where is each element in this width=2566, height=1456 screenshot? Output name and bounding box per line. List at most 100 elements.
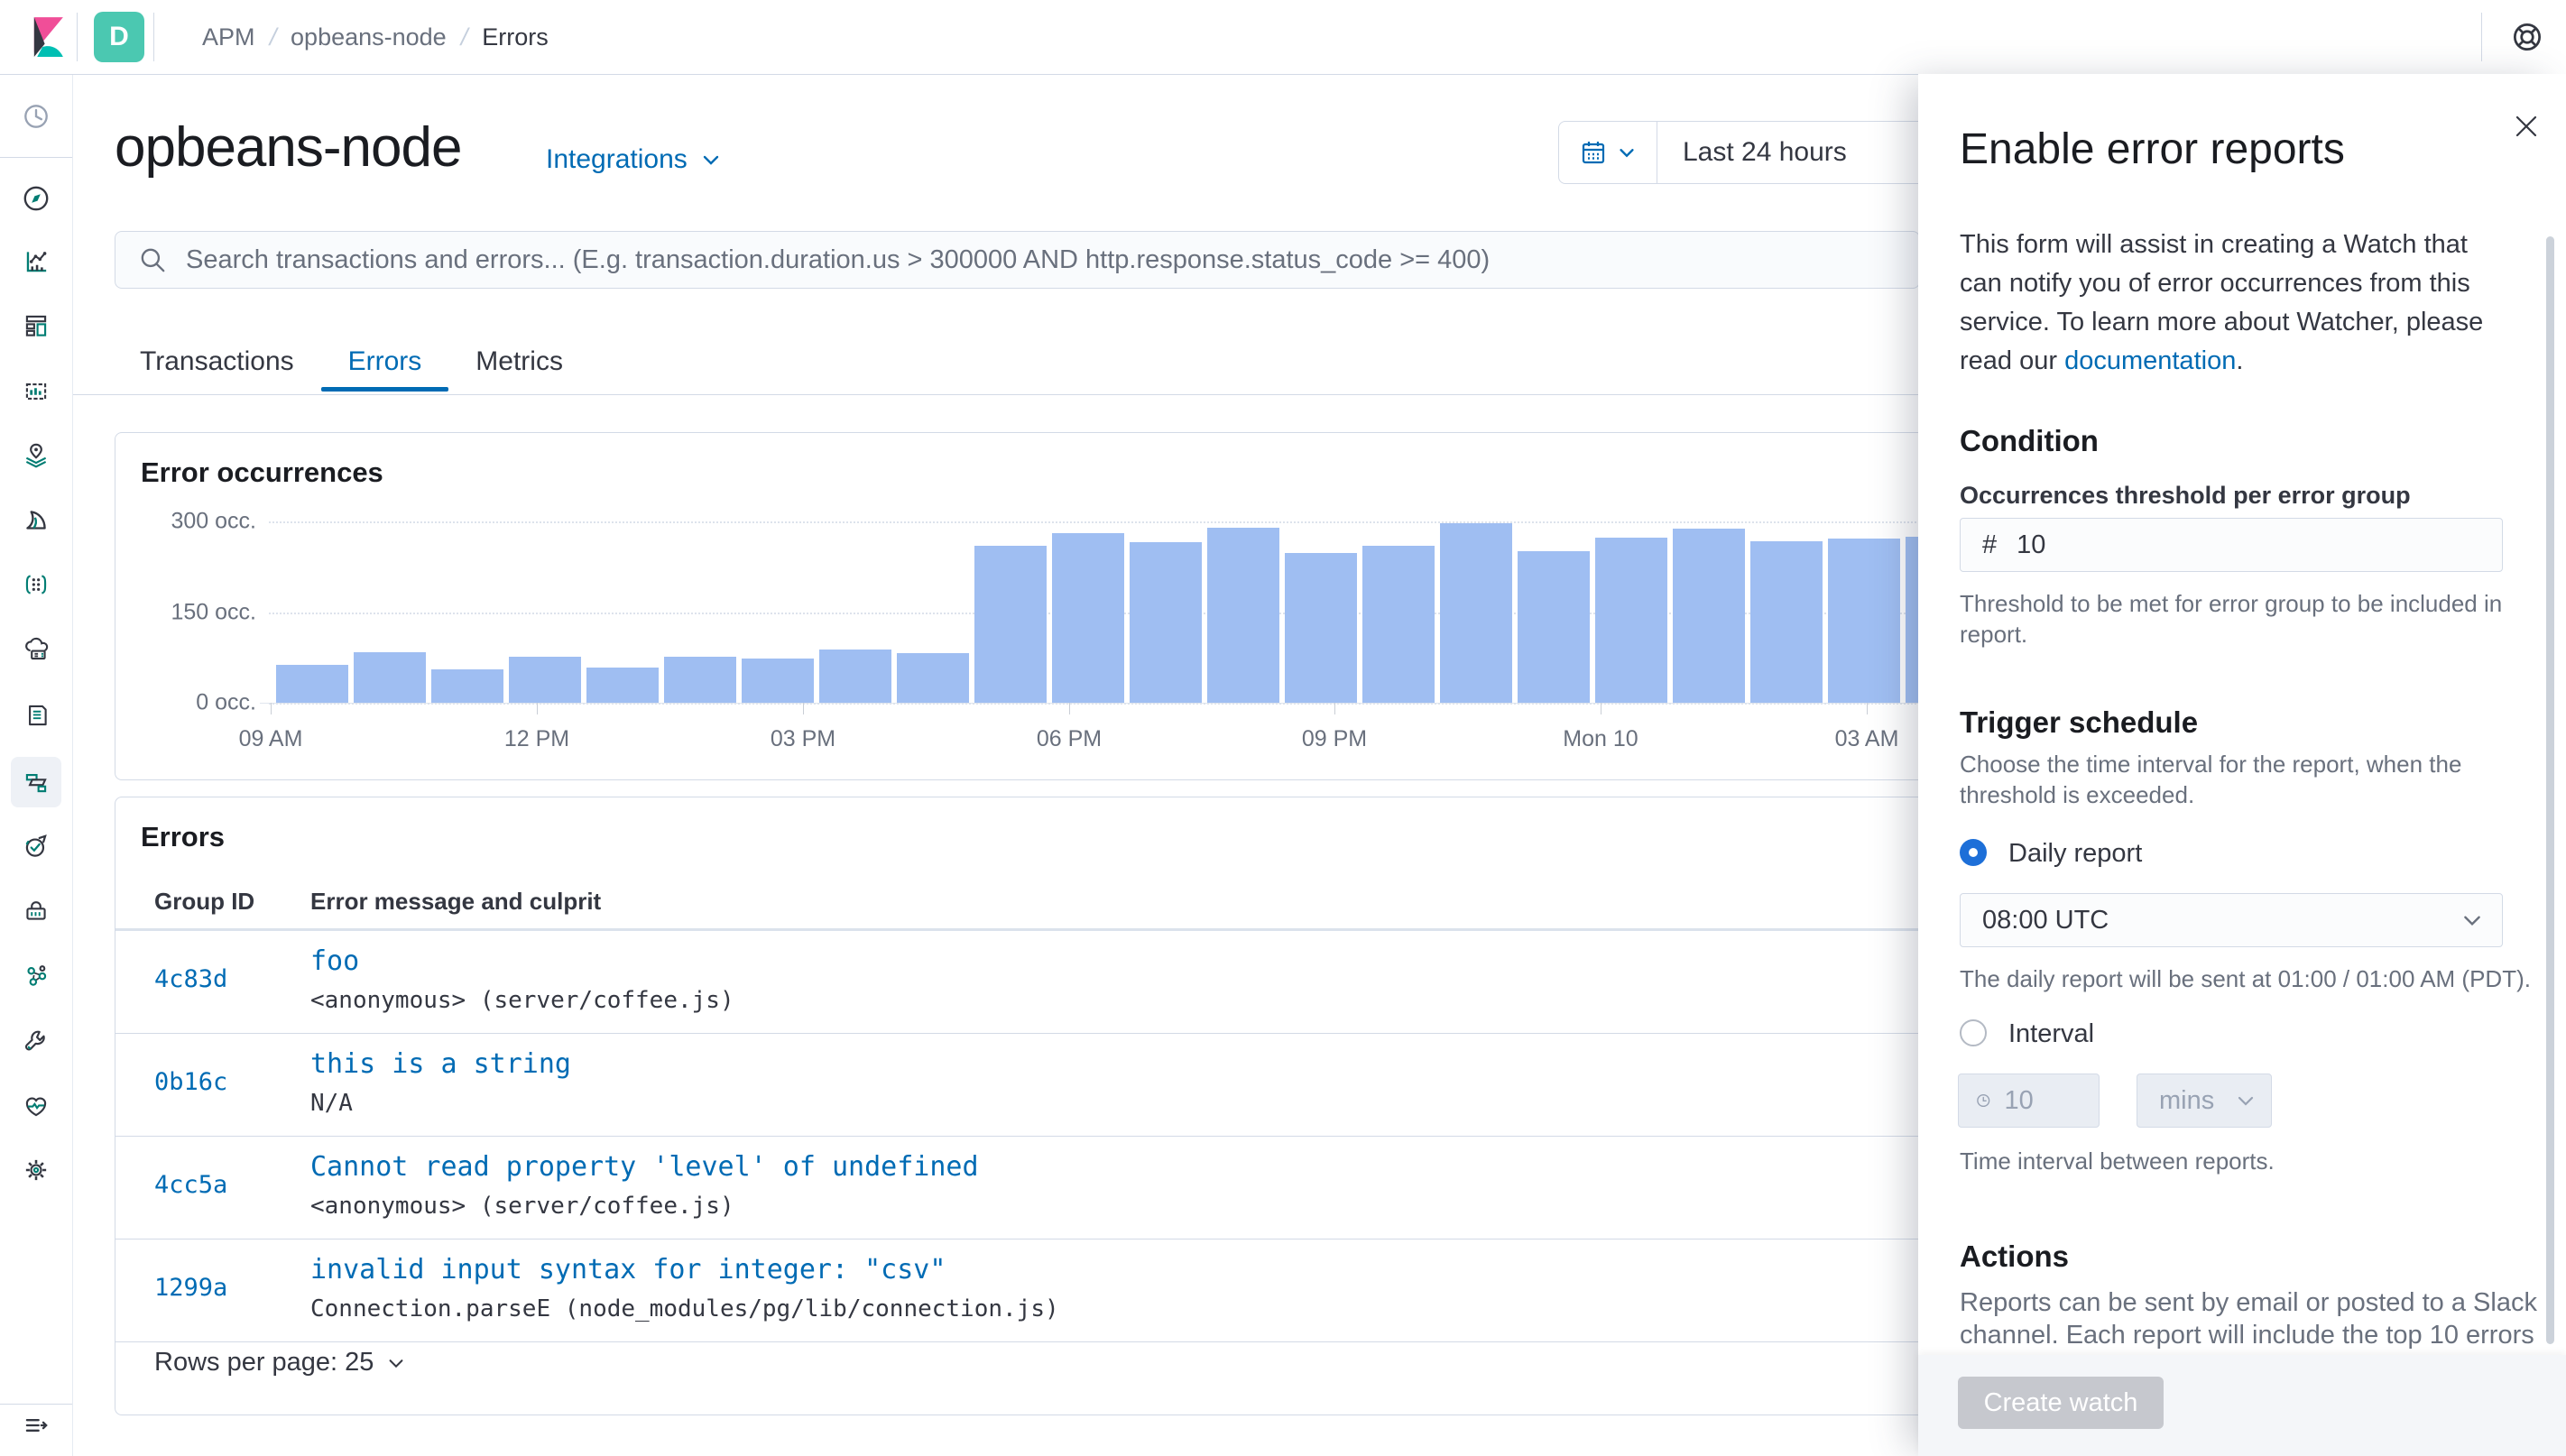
breadcrumb-separator: / (266, 23, 280, 51)
bar (664, 657, 736, 703)
infrastructure-icon (25, 637, 49, 660)
uptime-icon (25, 834, 47, 857)
daily-report-label: Daily report (2008, 839, 2143, 868)
bar (974, 546, 1047, 703)
actions-heading: Actions (1960, 1239, 2070, 1273)
chevron-down-icon (2238, 1096, 2254, 1106)
sidebar-item-management[interactable] (11, 1145, 61, 1195)
apm-errors-page: D APM / opbeans-node / Errors opbeans-node I… (0, 0, 2566, 1456)
documentation-link[interactable]: documentation (2064, 346, 2236, 375)
integrations-dropdown[interactable]: Integrations (546, 144, 722, 175)
flyout-title: Enable error reports (1960, 125, 2345, 173)
tab-metrics[interactable]: Metrics (448, 332, 590, 392)
sidebar-item-dashboard[interactable] (11, 300, 61, 351)
monitoring-icon (25, 1097, 47, 1117)
bar (742, 659, 814, 703)
maps-icon (25, 443, 47, 468)
error-group-link[interactable]: 4c83d (154, 965, 227, 993)
daily-time-value: 08:00 UTC (1982, 905, 2109, 935)
sidebar-item-apm[interactable] (11, 757, 61, 807)
tab-bar: Transactions Errors Metrics (113, 332, 590, 392)
column-header-group-id: Group ID (154, 888, 255, 915)
sidebar-item-code[interactable] (11, 559, 61, 610)
sidebar-item-recently-viewed[interactable] (11, 91, 61, 142)
x-axis-label: 06 PM (1036, 726, 1103, 751)
nav-sidebar (0, 74, 73, 1456)
x-axis-tick (1867, 703, 1868, 714)
sidebar-item-discover[interactable] (11, 173, 61, 224)
breadcrumb-item-apm[interactable]: APM (202, 23, 255, 51)
condition-heading: Condition (1960, 424, 2099, 457)
error-group-link[interactable]: 0b16c (154, 1068, 227, 1096)
create-watch-button[interactable]: Create watch (1958, 1377, 2164, 1429)
bar (1750, 541, 1823, 703)
graph-icon (27, 965, 47, 986)
sidebar-item-graph[interactable] (11, 950, 61, 1000)
space-avatar[interactable]: D (94, 12, 144, 62)
flyout-footer: Create watch (1918, 1355, 2566, 1456)
sidebar-item-timelion[interactable] (11, 366, 61, 417)
daily-report-radio[interactable] (1960, 839, 1987, 866)
x-axis-tick (1334, 703, 1335, 714)
error-message-link[interactable]: Cannot read property 'level' of undefine… (310, 1151, 979, 1183)
date-quick-select-button[interactable] (1559, 122, 1657, 183)
y-axis-label: 0 occ. (196, 689, 256, 715)
kibana-logo-icon[interactable] (23, 13, 72, 61)
sidebar-item-dev-tools[interactable] (11, 1016, 61, 1066)
hash-prefix: # (1982, 530, 1998, 559)
y-axis-label: 300 occ. (171, 508, 256, 534)
bar (431, 669, 503, 703)
errors-table-title: Errors (141, 821, 226, 852)
search-input[interactable] (184, 244, 1919, 276)
sidebar-item-machine-learning[interactable] (11, 495, 61, 546)
help-ring-icon[interactable] (2508, 18, 2546, 56)
threshold-input[interactable] (2015, 529, 2502, 561)
sidebar-item-monitoring[interactable] (11, 1081, 61, 1131)
bar (1518, 551, 1590, 703)
close-icon[interactable] (2510, 110, 2543, 143)
page-title: opbeans-node (115, 116, 462, 179)
console-icon (26, 901, 46, 920)
sidebar-item-visualize[interactable] (11, 236, 61, 287)
x-axis-label: 12 PM (503, 726, 570, 751)
bar (509, 657, 581, 703)
error-message-link[interactable]: invalid input syntax for integer: "csv" (310, 1254, 946, 1286)
sidebar-item-console[interactable] (11, 886, 61, 936)
sidebar-item-logs[interactable] (11, 690, 61, 741)
error-group-link[interactable]: 1299a (154, 1274, 227, 1302)
bar (586, 668, 659, 703)
error-culprit: <anonymous> (server/coffee.js) (310, 987, 734, 1014)
error-group-link[interactable]: 4cc5a (154, 1171, 227, 1199)
tab-errors[interactable]: Errors (320, 332, 449, 392)
bar (1595, 538, 1667, 703)
collapse-nav-button[interactable] (11, 1400, 61, 1451)
collapse-icon (25, 1418, 48, 1433)
interval-radio[interactable] (1960, 1019, 1987, 1046)
bar (1440, 523, 1512, 703)
sidebar-item-maps[interactable] (11, 429, 61, 480)
calendar-icon (1582, 142, 1605, 164)
topbar-divider (2481, 13, 2482, 61)
error-message-link[interactable]: foo (310, 945, 359, 977)
tab-transactions[interactable]: Transactions (113, 332, 321, 392)
topbar-divider (153, 13, 154, 61)
flyout-scrollbar-thumb[interactable] (2546, 236, 2554, 1344)
rows-per-page-button[interactable]: Rows per page: 25 (154, 1348, 406, 1378)
breadcrumb-item-opbeans-node[interactable]: opbeans-node (291, 23, 447, 51)
chevron-down-icon (390, 1359, 403, 1368)
interval-value-input (2002, 1084, 2099, 1117)
sidebar-item-infrastructure[interactable] (11, 624, 61, 675)
x-axis-tick (1069, 703, 1070, 714)
error-message-link[interactable]: this is a string (310, 1048, 571, 1080)
dev-tools-icon (24, 1030, 45, 1051)
daily-time-select[interactable]: 08:00 UTC (1960, 893, 2503, 947)
clock-icon (1977, 1093, 1990, 1108)
topbar-divider (77, 13, 78, 61)
daily-report-help: The daily report will be sent at 01:00 /… (1960, 965, 2531, 992)
visualize-icon (26, 252, 47, 272)
sidebar-item-uptime[interactable] (11, 821, 61, 871)
time-range-button[interactable]: Last 24 hours (1657, 137, 1847, 168)
error-culprit: <anonymous> (server/coffee.js) (310, 1193, 734, 1220)
management-icon (25, 1159, 47, 1181)
logs-icon (29, 705, 47, 726)
